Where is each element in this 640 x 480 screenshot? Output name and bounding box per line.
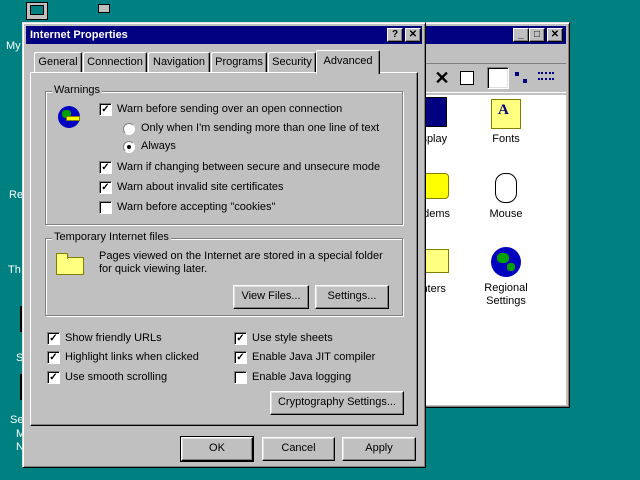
- java-logging-checkbox[interactable]: [234, 371, 247, 384]
- large-icons-view-icon[interactable]: [487, 67, 509, 89]
- style-sheets-checkbox[interactable]: ✓: [234, 332, 247, 345]
- java-jit-checkbox[interactable]: ✓: [234, 351, 247, 364]
- close-button[interactable]: ✕: [547, 28, 563, 42]
- ok-button[interactable]: OK: [180, 436, 254, 462]
- folder-icon: [56, 253, 86, 277]
- desktop-icon-network[interactable]: [96, 2, 114, 20]
- open-connection-checkbox[interactable]: ✓: [99, 103, 112, 116]
- warnings-group: Warnings ✓ Warn before sending over an o…: [45, 84, 403, 225]
- open-connection-label: Warn before sending over an open connect…: [117, 103, 343, 115]
- temp-files-group-label: Temporary Internet files: [52, 231, 171, 243]
- help-button[interactable]: ?: [387, 28, 403, 42]
- dialog-titlebar[interactable]: Internet Properties: [26, 26, 422, 44]
- control-panel-window[interactable]: _ □ ✕ ✕ isplay A Fonts odems Mouse inter…: [410, 22, 570, 408]
- only-multi-line-label: Only when I'm sending more than one line…: [141, 122, 380, 134]
- apply-button[interactable]: Apply: [342, 437, 416, 461]
- temp-files-description: Pages viewed on the Internet are stored …: [99, 250, 383, 275]
- cp-item-regional-settings[interactable]: Regional Settings: [471, 282, 541, 308]
- tab-programs[interactable]: Programs: [211, 52, 267, 72]
- highlight-links-label: Highlight links when clicked: [65, 351, 199, 363]
- java-logging-label: Enable Java logging: [252, 371, 352, 383]
- secure-change-label: Warn if changing between secure and unse…: [117, 161, 381, 173]
- tab-navigation[interactable]: Navigation: [148, 52, 210, 72]
- tab-security[interactable]: Security: [268, 52, 316, 72]
- java-jit-label: Enable Java JIT compiler: [252, 351, 376, 363]
- secure-change-checkbox[interactable]: ✓: [99, 161, 112, 174]
- only-multi-line-radio[interactable]: [123, 123, 135, 135]
- warnings-group-label: Warnings: [52, 84, 103, 96]
- cookies-checkbox[interactable]: [99, 201, 112, 214]
- properties-icon[interactable]: [457, 67, 479, 89]
- desktop-label-re: Re: [9, 189, 24, 201]
- globe-icon[interactable]: [491, 247, 521, 277]
- monitor-icon: [30, 5, 44, 15]
- tab-panel: Warnings ✓ Warn before sending over an o…: [30, 72, 418, 426]
- dialog-title: Internet Properties: [30, 29, 128, 41]
- cp-item-mouse[interactable]: Mouse: [471, 208, 541, 220]
- tab-general[interactable]: General: [34, 52, 82, 72]
- invalid-certs-checkbox[interactable]: ✓: [99, 181, 112, 194]
- view-files-button[interactable]: View Files...: [233, 285, 309, 309]
- desktop-label-th: Th: [8, 264, 21, 276]
- cp-item-fonts[interactable]: Fonts: [471, 133, 541, 145]
- smooth-scroll-checkbox[interactable]: ✓: [47, 371, 60, 384]
- delete-icon[interactable]: ✕: [431, 67, 453, 89]
- list-view-icon[interactable]: [535, 67, 557, 89]
- cancel-button[interactable]: Cancel: [262, 437, 335, 461]
- invalid-certs-label: Warn about invalid site certificates: [117, 181, 284, 193]
- always-radio[interactable]: [123, 141, 135, 153]
- close-button[interactable]: ✕: [405, 28, 421, 42]
- friendly-urls-checkbox[interactable]: ✓: [47, 332, 60, 345]
- highlight-links-checkbox[interactable]: ✓: [47, 351, 60, 364]
- cryptography-settings-button[interactable]: Cryptography Settings...: [270, 391, 404, 415]
- desktop-label-my: My: [6, 40, 21, 52]
- small-icons-view-icon[interactable]: [511, 67, 533, 89]
- always-label: Always: [141, 140, 176, 152]
- style-sheets-label: Use style sheets: [252, 332, 333, 344]
- friendly-urls-label: Show friendly URLs: [65, 332, 162, 344]
- network-icon: [98, 4, 110, 13]
- minimize-button[interactable]: _: [513, 28, 529, 42]
- fonts-folder-icon[interactable]: A: [491, 99, 521, 129]
- desktop-icon-my-computer[interactable]: [26, 2, 48, 20]
- cookies-label: Warn before accepting "cookies": [117, 201, 276, 213]
- temp-files-group: Temporary Internet files Pages viewed on…: [45, 231, 403, 316]
- mouse-icon[interactable]: [495, 173, 517, 203]
- tab-advanced[interactable]: Advanced: [316, 50, 380, 74]
- smooth-scroll-label: Use smooth scrolling: [65, 371, 168, 383]
- maximize-button[interactable]: □: [529, 28, 545, 42]
- security-globe-icon: [56, 104, 84, 132]
- tab-connection[interactable]: Connection: [83, 52, 147, 72]
- settings-button[interactable]: Settings...: [315, 285, 389, 309]
